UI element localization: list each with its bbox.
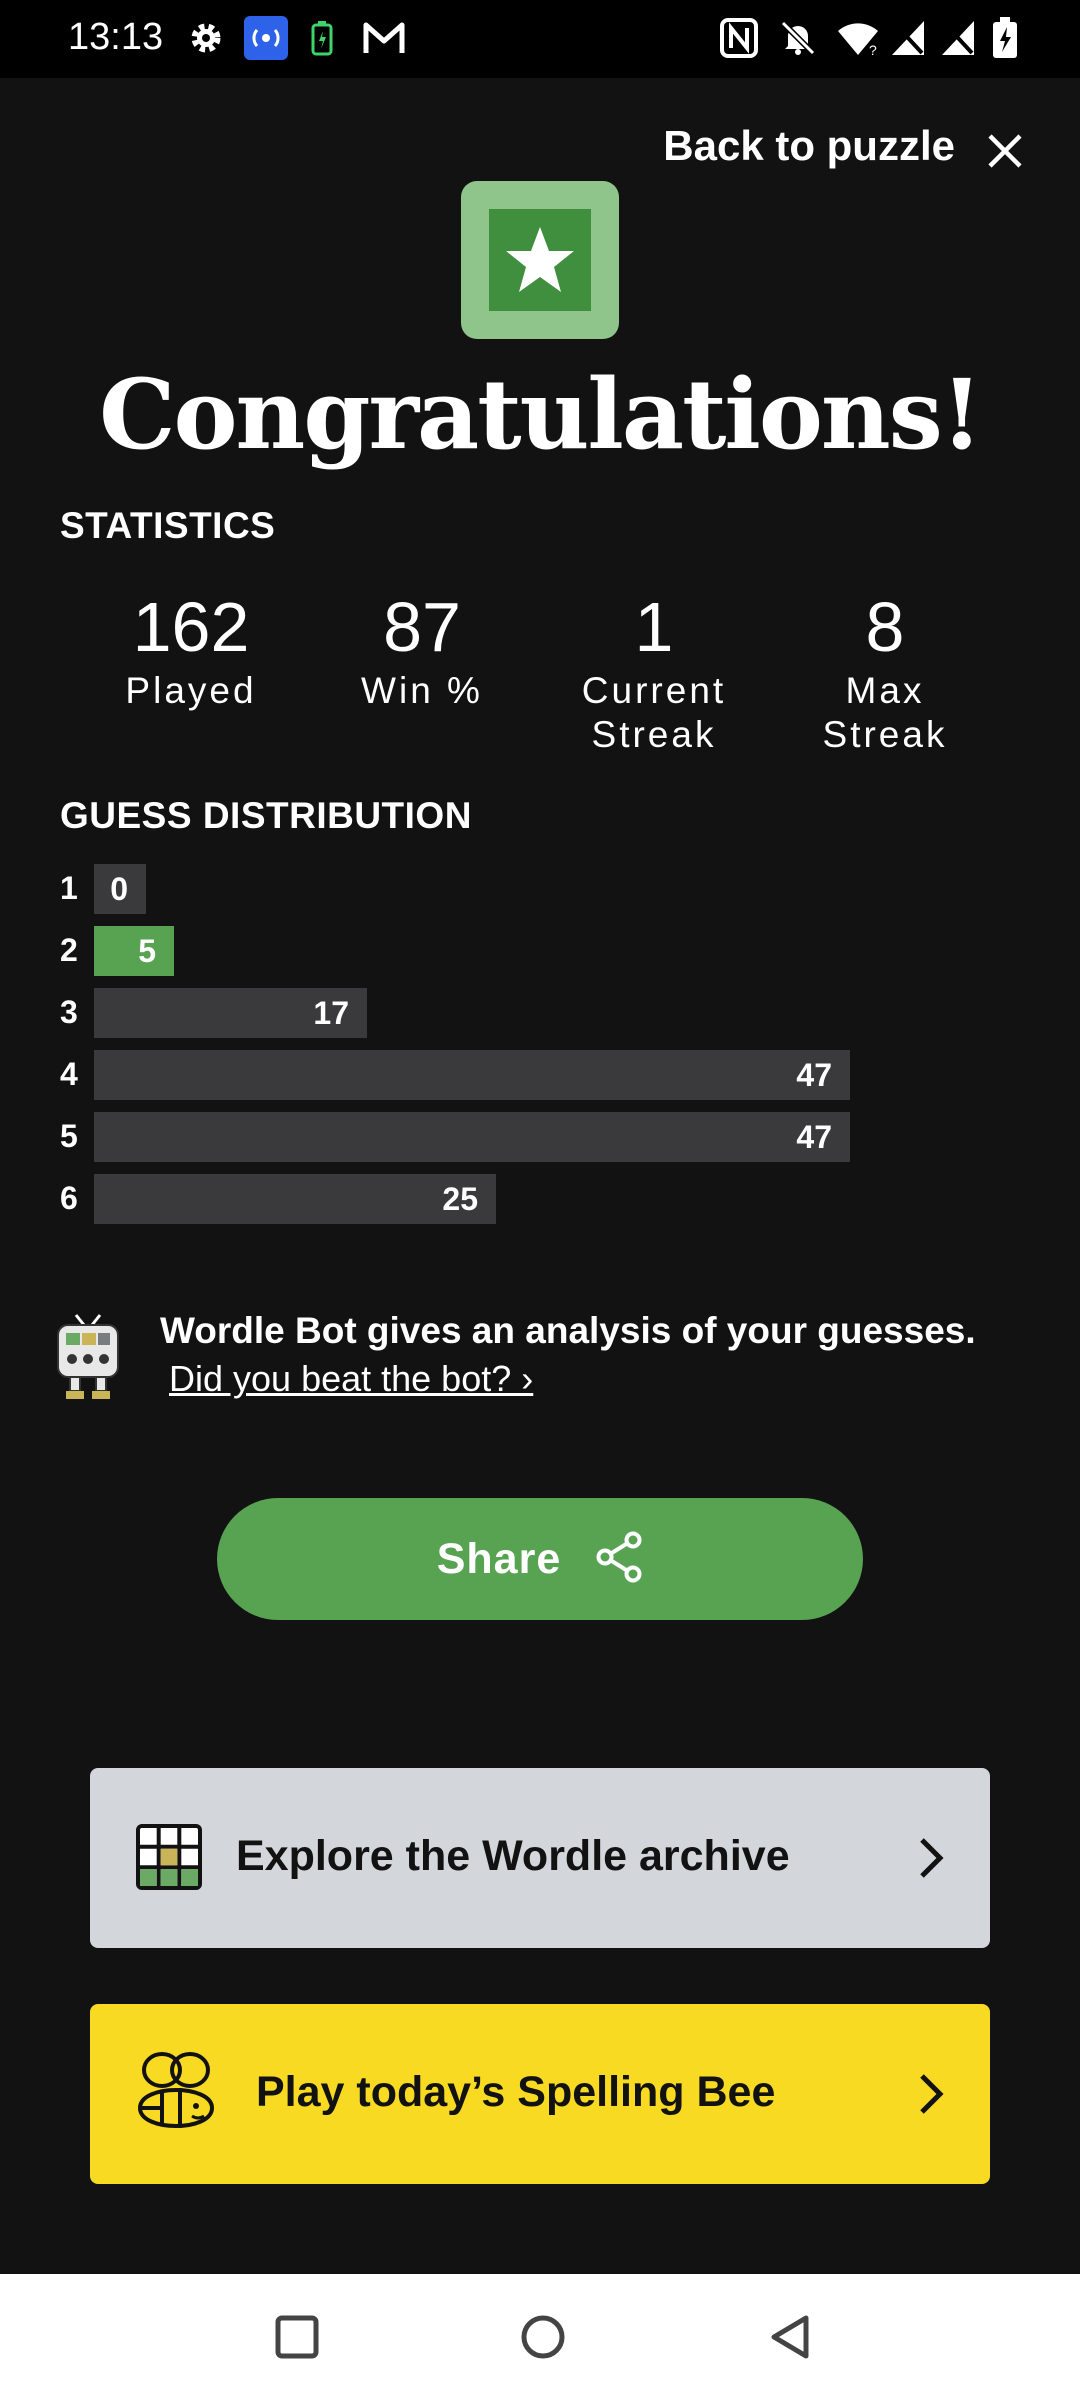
robot-icon [54, 1313, 122, 1403]
signal-icon [940, 16, 976, 60]
stat-value: 87 [383, 588, 461, 666]
stat-label: Current [581, 670, 727, 711]
wordle-archive-label: Explore the Wordle archive [236, 1832, 790, 1880]
home-icon[interactable] [518, 2312, 568, 2362]
distribution-bar: 5 [94, 926, 174, 976]
stat-win-percent: 87 Win % [322, 585, 522, 713]
settings-icon [186, 16, 226, 60]
stat-value: 1 [634, 588, 674, 666]
chevron-right-icon [916, 2068, 946, 2120]
stat-label: Streak [591, 714, 717, 755]
hotspot-icon [244, 16, 288, 60]
wordle-bot-text: Wordle Bot gives an analysis of your gue… [160, 1310, 976, 1351]
nfc-icon [720, 16, 758, 60]
navigation-bar [0, 2274, 1080, 2400]
guess-number: 1 [60, 870, 78, 906]
back-to-puzzle-link[interactable]: Back to puzzle [663, 122, 955, 170]
status-bar: 13:13 ? [0, 0, 1080, 78]
recents-icon[interactable] [272, 2312, 322, 2362]
guess-number: 5 [60, 1118, 78, 1154]
statistics-heading: STATISTICS [60, 505, 276, 546]
stat-played: 162 Played [91, 585, 291, 713]
mute-icon [778, 16, 818, 60]
stat-max-streak: 8 Max Streak [785, 585, 985, 757]
distribution-bar: 25 [94, 1174, 496, 1224]
share-icon [595, 1531, 643, 1588]
battery-saver-icon [310, 16, 334, 60]
stat-current-streak: 1 Current Streak [554, 585, 754, 757]
wordle-grid-icon [136, 1824, 202, 1895]
share-button[interactable]: Share [217, 1498, 863, 1620]
distribution-bar: 47 [94, 1050, 850, 1100]
gmail-icon [362, 16, 406, 60]
stat-value: 8 [865, 588, 905, 666]
bee-icon [132, 2050, 220, 2147]
back-icon[interactable] [766, 2312, 816, 2362]
page-title: Congratulations! [99, 358, 983, 471]
achievement-badge [461, 181, 619, 339]
spelling-bee-label: Play today’s Spelling Bee [256, 2068, 776, 2116]
close-icon[interactable] [982, 128, 1028, 174]
distribution-bar: 17 [94, 988, 367, 1038]
guess-number: 6 [60, 1180, 78, 1216]
stat-label: Played [125, 670, 257, 711]
star-icon [489, 209, 591, 311]
spelling-bee-card[interactable]: Play today’s Spelling Bee [90, 2004, 990, 2184]
guess-number: 2 [60, 932, 78, 968]
wordle-archive-card[interactable]: Explore the Wordle archive [90, 1768, 990, 1948]
distribution-bar: 0 [94, 864, 146, 914]
wordle-bot-link[interactable]: Did you beat the bot? › [169, 1358, 533, 1400]
guess-number: 3 [60, 994, 78, 1030]
guess-number: 4 [60, 1056, 78, 1092]
svg-text:?: ? [869, 42, 877, 57]
stat-label: Win % [361, 670, 483, 711]
stat-label: Streak [822, 714, 948, 755]
share-label: Share [436, 1534, 562, 1583]
stat-label: Max [845, 670, 925, 711]
battery-icon [992, 16, 1018, 60]
chevron-right-icon [916, 1832, 946, 1884]
status-time: 13:13 [68, 16, 164, 58]
signal-icon [890, 16, 926, 60]
distribution-bar: 47 [94, 1112, 850, 1162]
guess-distribution-heading: GUESS DISTRIBUTION [60, 795, 472, 836]
stat-value: 162 [132, 588, 250, 666]
wifi-icon: ? [836, 16, 880, 60]
